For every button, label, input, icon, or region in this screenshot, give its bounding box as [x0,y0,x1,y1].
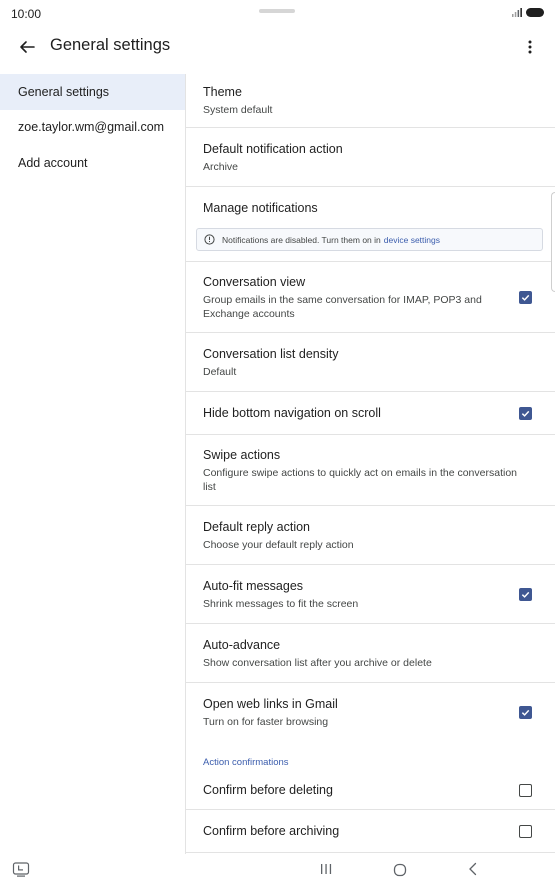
setting-value: Archive [203,160,239,173]
setting-title: Open web links in Gmail [203,697,338,711]
recent-apps-button[interactable] [318,862,334,876]
setting-default-notification-action[interactable]: Default notification action Archive [186,128,555,187]
setting-theme[interactable]: Theme System default [186,74,555,128]
setting-description: Turn on for faster browsing [203,716,329,728]
chevron-left-icon [469,862,477,876]
check-icon [521,709,530,716]
system-nav-bar [0,854,555,888]
setting-title: Default reply action [203,519,311,534]
page-title: General settings [50,36,171,54]
setting-auto-fit-messages[interactable]: Auto-fit messages Shrink messages to fit… [186,565,555,624]
setting-confirm-before-deleting[interactable]: Confirm before deleting [186,772,555,810]
setting-manage-notifications[interactable]: Manage notifications Notifications are d… [186,187,555,262]
setting-description: Shrink messages to fit the screen [203,597,359,610]
more-vert-icon [528,40,532,54]
setting-title: Conversation view [203,274,306,289]
setting-description: Configure swipe actions to quickly act o… [203,466,517,493]
setting-conversation-list-density[interactable]: Conversation list density Default [186,333,555,392]
status-icons [512,8,544,17]
open-web-links-checkbox[interactable] [519,706,532,719]
setting-description: Group emails in the same conversation fo… [203,293,482,320]
setting-title: Confirm before archiving [203,823,340,838]
confirm-before-deleting-checkbox[interactable] [519,784,532,797]
notice-text: Notifications are disabled. Turn them on… [222,234,381,245]
nav-item-label: zoe.taylor.wm@gmail.com [18,120,165,135]
notifications-disabled-notice: Notifications are disabled. Turn them on… [196,228,543,251]
setting-title: Auto-fit messages [203,578,304,593]
conversation-view-checkbox[interactable] [519,290,532,304]
setting-value: System default [203,104,273,116]
check-icon [521,591,530,598]
screen-tool-icon [12,862,30,877]
setting-value: Default [203,365,237,378]
edge-panel-handle[interactable] [551,192,555,292]
nav-item-account[interactable]: zoe.taylor.wm@gmail.com [0,110,185,146]
nav-item-add-account[interactable]: Add account [0,145,185,181]
more-options-button[interactable] [517,34,543,60]
setting-title: Swipe actions [203,447,281,462]
setting-hide-bottom-navigation[interactable]: Hide bottom navigation on scroll [186,392,555,435]
recent-apps-icon [321,864,332,874]
setting-confirm-before-archiving[interactable]: Confirm before archiving [186,810,555,853]
info-outline-icon [204,234,215,245]
confirm-before-archiving-checkbox[interactable] [519,824,532,838]
settings-nav: General settings zoe.taylor.wm@gmail.com… [0,74,185,854]
setting-title: Conversation list density [203,346,339,361]
section-header-action-confirmations: Action confirmations [203,757,289,768]
hide-bottom-navigation-checkbox[interactable] [519,406,532,420]
settings-list: Theme System default Default notificatio… [186,74,555,854]
home-icon [393,863,407,877]
screen-tool-button[interactable] [12,862,30,878]
setting-open-web-links[interactable]: Open web links in Gmail Turn on for fast… [186,683,555,742]
nav-item-general-settings[interactable]: General settings [0,74,185,110]
setting-conversation-view[interactable]: Conversation view Group emails in the sa… [186,262,555,333]
setting-title: Auto-advance [203,637,281,652]
drag-handle[interactable] [259,9,295,13]
app-bar: General settings [0,26,555,70]
back-button[interactable] [14,34,40,60]
setting-title: Default notification action [203,141,343,156]
auto-fit-messages-checkbox[interactable] [519,587,532,601]
home-button[interactable] [392,862,408,878]
check-icon [521,410,530,417]
setting-auto-advance[interactable]: Auto-advance Show conversation list afte… [186,624,555,683]
setting-title: Hide bottom navigation on scroll [203,405,381,420]
setting-swipe-actions[interactable]: Swipe actions Configure swipe actions to… [186,435,555,506]
setting-title: Manage notifications [203,201,318,215]
arrow-left-icon [20,41,35,53]
signal-icon [512,8,522,17]
nav-item-label: General settings [18,84,110,99]
setting-title: Confirm before deleting [203,783,333,797]
check-icon [521,294,530,301]
setting-default-reply-action[interactable]: Default reply action Choose your default… [186,506,555,565]
setting-description: Choose your default reply action [203,538,354,551]
setting-title: Theme [203,85,242,99]
nav-item-label: Add account [18,155,88,170]
battery-icon [526,8,544,17]
back-nav-button[interactable] [466,862,480,876]
status-time: 10:00 [11,7,42,21]
device-settings-link[interactable]: device settings [384,235,440,245]
status-bar: 10:00 [0,0,555,26]
setting-description: Show conversation list after you archive… [203,656,432,669]
